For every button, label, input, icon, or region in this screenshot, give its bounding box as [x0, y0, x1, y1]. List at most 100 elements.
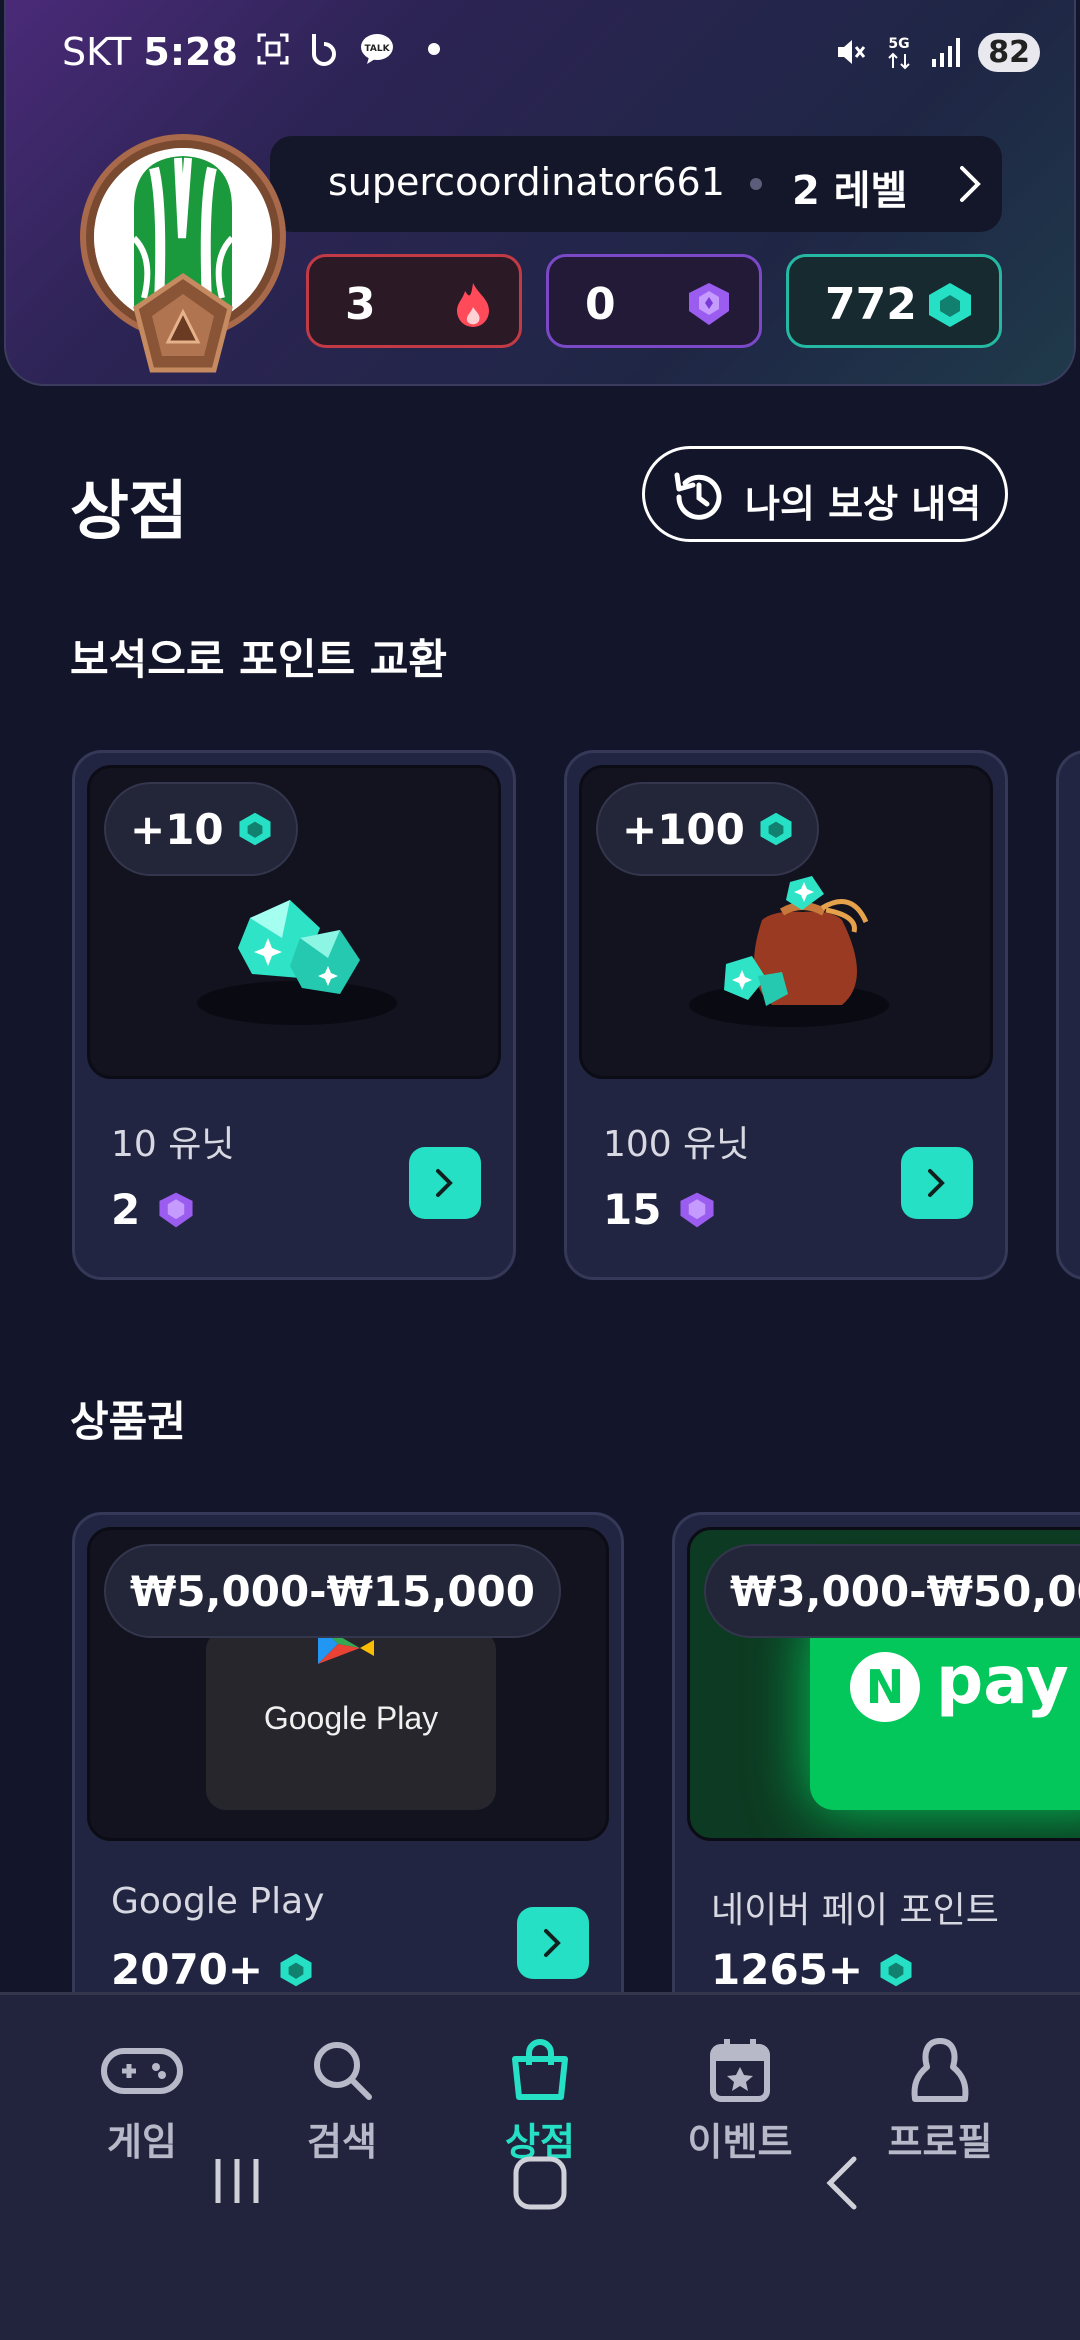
band-app-icon [312, 34, 336, 66]
naver-n-icon: N [850, 1652, 920, 1722]
status-notification-icons: TALK [256, 32, 440, 66]
teal-hexagon-icon [880, 1953, 912, 1986]
level-label: 2 레벨 [792, 168, 908, 214]
history-icon [674, 472, 722, 520]
item-label: 10 유닛 [111, 1124, 235, 1165]
kakaotalk-icon: TALK [361, 34, 393, 64]
calendar-star-icon [710, 2039, 770, 2102]
purple-gem-icon [689, 283, 729, 325]
card-image: +100 [579, 765, 993, 1079]
exchange-card[interactable]: +100 100 유닛 15 [564, 750, 1008, 1280]
item-label: 100 유닛 [603, 1124, 750, 1165]
voucher-price: 1265+ [711, 1945, 913, 1994]
svg-text:5G: 5G [889, 36, 910, 52]
chevron-right-icon [544, 1929, 561, 1957]
streak-counter[interactable]: 3 [306, 254, 522, 348]
voucher-price: 2070+ [111, 1945, 313, 1994]
separator-dot [750, 178, 762, 190]
status-system-icons: 5G 82 [834, 32, 1040, 72]
nav-item-profile[interactable]: 프로필 [870, 2037, 1010, 2166]
nav-label: 프로필 [887, 2120, 993, 2164]
exchange-card-peek[interactable] [1056, 750, 1080, 1280]
nav-item-store[interactable]: 상점 [470, 2037, 610, 2166]
price-value: 2070+ [111, 1945, 264, 1994]
voucher-card[interactable]: Google Play ₩5,000-₩15,000 Google Play 2… [72, 1512, 624, 2032]
home-icon[interactable] [512, 2155, 568, 2211]
shopping-bag-icon [512, 2039, 568, 2100]
bottom-navigation: 게임 검색 상점 이벤트 프로필 [0, 1992, 1080, 2340]
back-icon[interactable] [822, 2155, 862, 2211]
chevron-right-icon [928, 1169, 945, 1197]
section-title-vouchers: 상품권 [70, 1397, 186, 1446]
teal-gems-icon [197, 900, 397, 1025]
recent-apps-icon[interactable] [212, 2155, 262, 2207]
username: supercoordinator661 [328, 160, 725, 204]
brand-text: Google Play [263, 1700, 439, 1736]
badge-range: ₩3,000-₩50,000 [730, 1566, 1080, 1616]
card-image: Google Play ₩5,000-₩15,000 [87, 1527, 609, 1841]
gamepad-icon [101, 2048, 183, 2094]
voucher-card[interactable]: N pay ₩3,000-₩50,000 네이버 페이 포인트 1265+ [672, 1512, 1080, 2032]
purple-gem-icon [159, 1192, 193, 1227]
chevron-right-icon [436, 1169, 453, 1197]
voucher-go-button[interactable] [517, 1907, 589, 1979]
npay-card-art: N pay [810, 1610, 1080, 1810]
section-title-exchange: 보석으로 포인트 교환 [70, 635, 448, 684]
teal-hexagon-icon [929, 283, 971, 327]
price-range-badge: ₩3,000-₩50,000 [704, 1544, 1080, 1638]
item-price: 15 [603, 1185, 717, 1234]
item-price: 2 [111, 1185, 196, 1234]
badge-amount: +10 [130, 804, 224, 854]
reward-history-button[interactable]: 나의 보상 내역 [642, 446, 1008, 542]
mute-icon [838, 40, 866, 64]
card-image: N pay ₩3,000-₩50,000 [687, 1527, 1080, 1841]
5g-signal-icon: 5G [888, 36, 910, 70]
purple-gem-icon [680, 1192, 714, 1227]
voucher-label: 네이버 페이 포인트 [711, 1890, 999, 1931]
person-icon [911, 2038, 969, 2102]
teal-hexagon-icon [280, 1953, 312, 1986]
gem-value: 0 [585, 279, 616, 330]
chevron-right-icon[interactable] [950, 160, 990, 208]
cell-signal-icon [932, 38, 961, 67]
status-carrier-time: SKT 5:28 [62, 30, 238, 74]
reward-badge: +100 [596, 782, 819, 876]
gem-counter[interactable]: 0 [546, 254, 762, 348]
voucher-label: Google Play [111, 1881, 325, 1922]
reward-badge: +10 [104, 782, 298, 876]
card-image: +10 [87, 765, 501, 1079]
badge-range: ₩5,000-₩15,000 [130, 1566, 536, 1616]
reward-history-label: 나의 보상 내역 [745, 482, 982, 526]
notification-dot-icon [428, 43, 440, 55]
exchange-go-button[interactable] [409, 1147, 481, 1219]
bronze-rank-icon [133, 272, 233, 373]
unit-counter[interactable]: 772 [786, 254, 1002, 348]
nav-item-game[interactable]: 게임 [72, 2037, 212, 2166]
unit-value: 772 [825, 279, 917, 330]
nav-label: 검색 [307, 2120, 377, 2164]
exchange-go-button[interactable] [901, 1147, 973, 1219]
nav-label: 게임 [107, 2120, 177, 2164]
streak-value: 3 [345, 279, 376, 330]
badge-amount: +100 [622, 804, 745, 854]
google-play-card-art: Google Play [206, 1624, 496, 1810]
price-value: 2 [111, 1185, 141, 1234]
flame-icon [457, 283, 489, 327]
exchange-card[interactable]: +10 10 유닛 2 [72, 750, 516, 1280]
carrier-label: SKT [62, 30, 132, 74]
status-bar: SKT 5:28 TALK 5G 82 [0, 0, 1080, 110]
clock: 5:28 [143, 30, 238, 74]
price-value: 15 [603, 1185, 662, 1234]
battery-indicator: 82 [978, 32, 1040, 72]
search-icon [314, 2042, 372, 2100]
svg-text:TALK: TALK [364, 44, 390, 54]
page-title: 상점 [70, 475, 188, 549]
teal-hexagon-icon [760, 812, 792, 846]
teal-hexagon-icon [239, 812, 271, 846]
nav-label: 이벤트 [687, 2120, 793, 2164]
nav-item-event[interactable]: 이벤트 [670, 2037, 810, 2166]
npay-text: pay [936, 1642, 1069, 1719]
nav-item-search[interactable]: 검색 [272, 2037, 412, 2166]
price-range-badge: ₩5,000-₩15,000 [104, 1544, 562, 1638]
gem-pouch-icon [689, 876, 889, 1027]
